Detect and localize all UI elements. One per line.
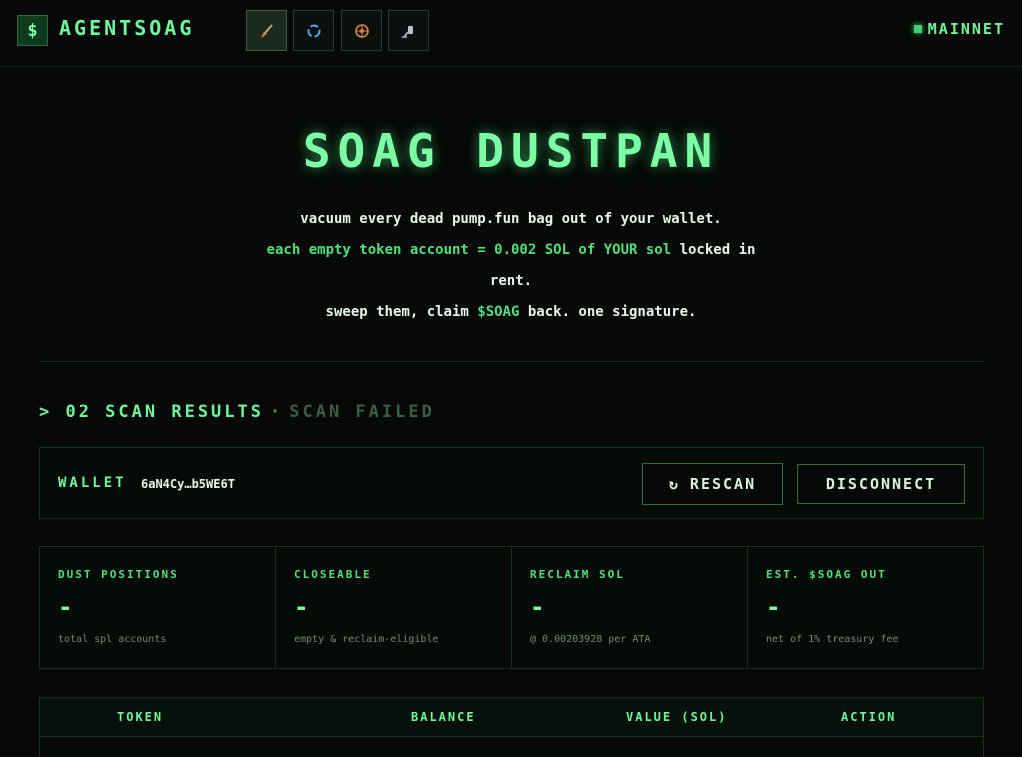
stat-value: - — [58, 593, 73, 621]
vacuum-icon-graphic — [401, 25, 413, 38]
broom-icon-graphic — [260, 23, 273, 38]
stat-closeable: CLOSEABLE - empty & reclaim-eligible — [276, 547, 512, 668]
status-dot-icon — [913, 25, 922, 33]
recycle-icon-graphic — [307, 24, 320, 37]
hero-description: vacuum every dead pump.fun bag out of yo… — [260, 204, 762, 328]
stat-value: - — [530, 593, 545, 621]
wallet-label: WALLET — [58, 475, 127, 491]
scan-status: SCAN FAILED — [289, 402, 435, 422]
refresh-icon: ↻ — [668, 475, 680, 493]
wallet-panel: WALLET 6aN4Cy…b5WE6T ↻ RESCAN DISCONNECT — [39, 447, 984, 519]
wallet-address: 6aN4Cy…b5WE6T — [141, 477, 235, 491]
stat-note: total spl accounts — [58, 634, 167, 645]
wheel-icon-graphic — [354, 23, 369, 38]
vacuum-icon[interactable] — [388, 10, 429, 51]
logo-icon: $ — [17, 15, 48, 46]
hero-line-3: sweep them, claim $SOAG back. one signat… — [260, 297, 762, 328]
rescan-label: RESCAN — [689, 475, 757, 493]
stat-value: - — [294, 593, 309, 621]
column-header-action[interactable]: ACTION — [841, 710, 896, 724]
page-title: SOAG DUSTPAN — [302, 124, 720, 178]
brand-name[interactable]: AGENTSOAG — [59, 16, 194, 40]
hero-line-3-c: back. one signature. — [519, 304, 697, 320]
stat-note: net of 1% treasury fee — [766, 634, 899, 645]
hero-line-3-a: sweep them, claim — [325, 304, 478, 320]
column-header-balance[interactable]: BALANCE — [411, 710, 476, 724]
top-bar: $ AGENTSOAG MAINNET — [0, 0, 1022, 67]
divider — [39, 361, 984, 362]
section-title: > 02 SCAN RESULTS — [39, 402, 264, 422]
recycle-icon[interactable] — [293, 10, 334, 51]
stat-dust-positions: DUST POSITIONS - total spl accounts — [40, 547, 276, 668]
hero-line-3-token: $SOAG — [477, 304, 520, 320]
hero-line-2-highlight: each empty token account = 0.002 SOL of … — [266, 242, 672, 258]
stat-note: @ 0.00203928 per ATA — [530, 634, 651, 645]
column-header-value[interactable]: VALUE (SOL) — [626, 710, 727, 724]
stat-label: CLOSEABLE — [294, 568, 372, 581]
stats-panel: DUST POSITIONS - total spl accounts CLOS… — [39, 546, 984, 669]
column-header-token[interactable]: TOKEN — [117, 710, 163, 724]
hero-line-1: vacuum every dead pump.fun bag out of yo… — [300, 211, 722, 227]
stat-label: DUST POSITIONS — [58, 568, 179, 581]
broom-icon[interactable] — [246, 10, 287, 51]
section-heading: > 02 SCAN RESULTS · SCAN FAILED — [39, 402, 435, 422]
stat-est-soag-out: EST. $SOAG OUT - net of 1% treasury fee — [748, 547, 983, 668]
wheel-icon[interactable] — [341, 10, 382, 51]
stat-reclaim-sol: RECLAIM SOL - @ 0.00203928 per ATA — [512, 547, 748, 668]
stat-value: - — [766, 593, 781, 621]
stat-label: EST. $SOAG OUT — [766, 568, 887, 581]
disconnect-button[interactable]: DISCONNECT — [797, 464, 965, 504]
results-table: TOKEN BALANCE VALUE (SOL) ACTION — [39, 697, 984, 757]
hero-line-2: each empty token account = 0.002 SOL of … — [260, 235, 762, 297]
section-separator: · — [270, 402, 284, 422]
stat-label: RECLAIM SOL — [530, 568, 625, 581]
rescan-button[interactable]: ↻ RESCAN — [642, 463, 783, 505]
network-label: MAINNET — [927, 20, 1005, 38]
table-header: TOKEN BALANCE VALUE (SOL) ACTION — [40, 698, 983, 737]
network-indicator: MAINNET — [913, 20, 1005, 38]
stat-note: empty & reclaim-eligible — [294, 634, 439, 645]
